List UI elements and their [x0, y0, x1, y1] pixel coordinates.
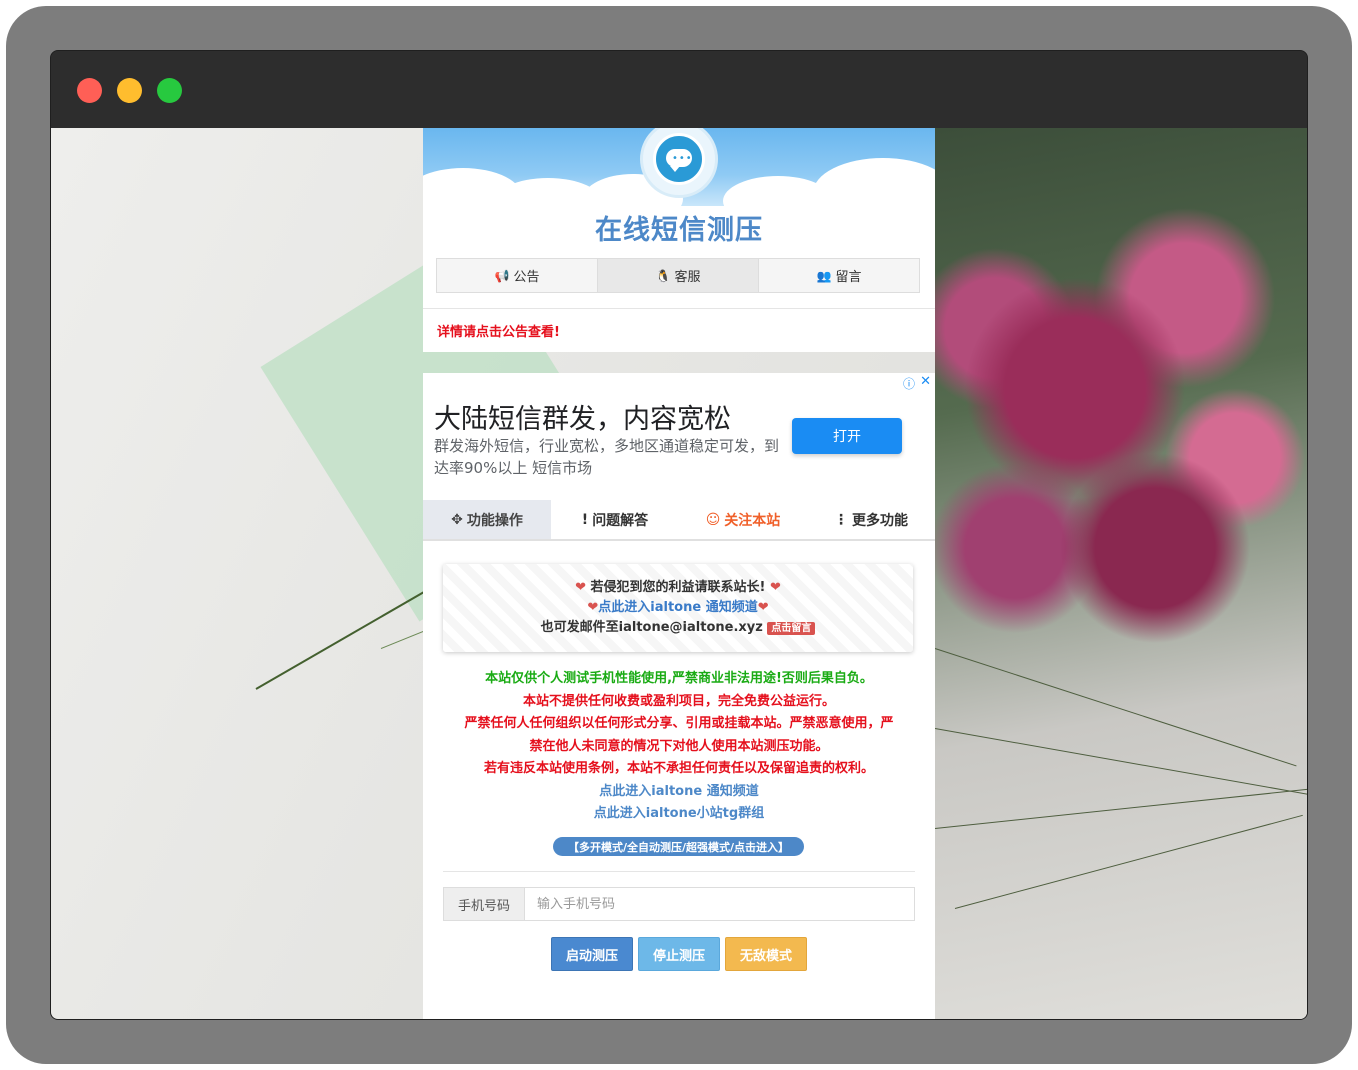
nav-announcement-button[interactable]: 📢 公告: [436, 258, 598, 293]
tab-label: 功能操作: [466, 512, 523, 529]
qq-icon: 🐧: [655, 268, 671, 283]
background-grass: [934, 788, 1307, 829]
phone-input[interactable]: [525, 887, 915, 921]
ad-title[interactable]: 大陆短信群发，内容宽松: [434, 397, 731, 436]
action-buttons: 启动测压 停止测压 无敌模式: [551, 937, 807, 971]
ad-description: 群发海外短信，行业宽松，多地区通道稳定可发，到达率90%以上 短信市场: [434, 437, 780, 477]
channel-link[interactable]: 点此进入ialtone 通知频道: [423, 781, 935, 804]
notice-text[interactable]: 详情请点击公告查看!: [437, 321, 560, 340]
ad-info-icon[interactable]: ⓘ: [903, 375, 915, 392]
nav-message-button[interactable]: 👥 留言: [758, 258, 920, 293]
phone-input-group: 手机号码: [443, 887, 915, 921]
channel-link[interactable]: 点此进入ialtone 通知频道: [598, 600, 757, 615]
heart-icon: ❤: [770, 580, 781, 595]
megaphone-icon: 📢: [494, 268, 510, 283]
contact-line: ❤点此进入ialtone 通知频道❤: [443, 598, 913, 618]
email-text: 也可发邮件至ialtone@ialtone.xyz: [540, 620, 763, 635]
background-roses: [934, 128, 1307, 1019]
ad-open-button[interactable]: 打开: [792, 418, 902, 454]
tab-faq[interactable]: ! 问题解答: [551, 500, 679, 539]
tab-label: 关注本站: [724, 512, 781, 529]
tab-more[interactable]: ⋮ 更多功能: [807, 500, 935, 539]
contact-text: 若侵犯到您的利益请联系站长!: [590, 580, 766, 595]
site-logo: •••: [640, 128, 718, 198]
tg-group-link[interactable]: 点此进入ialtone小站tg群组: [423, 803, 935, 826]
ad-close-icon[interactable]: ✕: [920, 374, 931, 389]
stop-button[interactable]: 停止测压: [638, 937, 720, 971]
smile-icon: ☺: [705, 511, 721, 528]
phone-label: 手机号码: [443, 887, 525, 921]
page-viewport: ••• 在线短信测压 📢 公告 🐧 客服 👥 留言 详情请点击公告查看! ⓘ ✕…: [51, 128, 1307, 1019]
start-button[interactable]: 启动测压: [551, 937, 633, 971]
rule-line: 严禁任何人任何组织以任何形式分享、引用或挂载本站。严禁恶意使用，严: [464, 716, 894, 731]
tab-functions[interactable]: ✥ 功能操作: [423, 500, 551, 539]
ad-banner[interactable]: ⓘ ✕ 大陆短信群发，内容宽松 群发海外短信，行业宽松，多地区通道稳定可发，到达…: [423, 373, 935, 500]
background-grass: [934, 648, 1297, 767]
minimize-window-button[interactable]: [117, 78, 142, 103]
move-icon: ✥: [451, 511, 463, 528]
sky-banner: •••: [423, 128, 935, 206]
nav-label: 留言: [835, 270, 862, 285]
leave-message-badge[interactable]: 点击留言: [767, 622, 816, 635]
nav-label: 客服: [674, 270, 701, 285]
nav-support-button[interactable]: 🐧 客服: [597, 258, 759, 293]
contact-line: ❤ 若侵犯到您的利益请联系站长! ❤: [443, 578, 913, 598]
multi-mode-badge[interactable]: 【多开模式/全自动测压/超强模式/点击进入】: [553, 837, 804, 856]
nav-label: 公告: [513, 270, 540, 285]
rule-line: 本站不提供任何收费或盈利项目，完全免费公益运行。: [522, 693, 835, 709]
heart-icon: ❤: [575, 580, 586, 595]
maximize-window-button[interactable]: [157, 78, 182, 103]
users-icon: 👥: [816, 268, 832, 283]
usage-rules: 本站仅供个人测试手机性能使用,严禁商业非法用途!否则后果自负。 本站不提供任何收…: [423, 668, 935, 826]
contact-box: ❤ 若侵犯到您的利益请联系站长! ❤ ❤点此进入ialtone 通知频道❤ 也可…: [443, 564, 913, 652]
divider: [443, 871, 915, 872]
heart-icon: ❤: [757, 600, 769, 615]
heart-icon: ❤: [587, 600, 599, 615]
background-grass: [934, 728, 1307, 795]
main-card: ✥ 功能操作 ! 问题解答 ☺ 关注本站 ⋮ 更多功能 ❤ 若侵犯到您的利益请联…: [423, 500, 935, 1019]
chat-bubble-icon: •••: [653, 133, 705, 185]
tab-bar: ✥ 功能操作 ! 问题解答 ☺ 关注本站 ⋮ 更多功能: [423, 500, 935, 541]
page-title: 在线短信测压: [595, 215, 763, 246]
more-vertical-icon: ⋮: [834, 511, 848, 528]
header-nav: 📢 公告 🐧 客服 👥 留言: [436, 258, 920, 293]
tab-label: 更多功能: [852, 512, 908, 529]
browser-window: ••• 在线短信测压 📢 公告 🐧 客服 👥 留言 详情请点击公告查看! ⓘ ✕…: [50, 50, 1308, 1020]
divider: [423, 308, 935, 309]
invincible-mode-button[interactable]: 无敌模式: [725, 937, 807, 971]
rule-line: 若有违反本站使用条例，本站不承担任何责任以及保留追责的权利。: [483, 761, 874, 776]
rule-line: 本站仅供个人测试手机性能使用,严禁商业非法用途!否则后果自负。: [485, 671, 873, 686]
rule-line: 禁在他人未同意的情况下对他人使用本站测压功能。: [529, 738, 829, 754]
tab-follow[interactable]: ☺ 关注本站: [679, 500, 807, 539]
close-window-button[interactable]: [77, 78, 102, 103]
title-bar: [51, 51, 1307, 128]
cloud: [813, 158, 935, 206]
exclamation-icon: !: [581, 511, 589, 528]
contact-line: 也可发邮件至ialtone@ialtone.xyz 点击留言: [443, 618, 913, 639]
background-grass: [954, 814, 1303, 909]
tab-label: 问题解答: [592, 512, 649, 529]
header-card: ••• 在线短信测压 📢 公告 🐧 客服 👥 留言 详情请点击公告查看!: [423, 128, 935, 352]
